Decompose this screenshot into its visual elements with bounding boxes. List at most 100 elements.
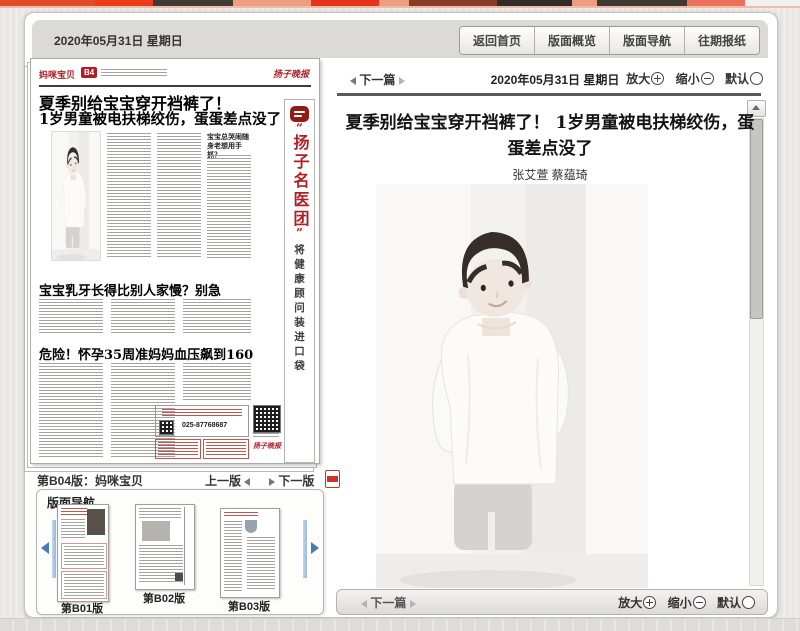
next-article-label[interactable]: 下一篇 [370, 596, 406, 610]
prev-page-link[interactable]: 上一版 [205, 472, 250, 489]
navigator-strip [52, 520, 56, 578]
mingyituan-sidebar: “ 扬子名医团 ” 将健康顾问装进口袋 [284, 99, 315, 463]
text-column [183, 299, 251, 335]
text-column [107, 133, 151, 259]
ad-text-lines [162, 409, 242, 418]
next-article-icon[interactable] [399, 77, 405, 85]
current-date: 2020年05月31日 星期日 [54, 32, 183, 49]
navigator-strip [303, 520, 307, 578]
page-masthead: 妈咪宝贝 B4 扬子晚报 [39, 65, 311, 83]
site-banner-strip [0, 0, 800, 8]
navigator-right-arrow-icon[interactable] [311, 542, 319, 554]
pdf-icon[interactable] [325, 470, 340, 488]
text-column [183, 363, 251, 401]
masthead-rule [39, 85, 311, 87]
next-article-label[interactable]: 下一篇 [359, 73, 395, 87]
child-photo-small [51, 131, 101, 261]
zoom-controls-top: 放大 缩小 默认 [618, 70, 763, 87]
preview-headline-1-line2: 1岁男童被电扶梯绞伤，蛋蛋差点没了 [39, 108, 281, 129]
preview-headline-2: 宝宝乳牙长得比别人家慢？别急 [39, 280, 221, 299]
article-header: 夏季别给宝宝穿开裆裤了！ 1岁男童被电扶梯绞伤，蛋蛋差点没了 张艾萱 蔡蕴琦 [345, 110, 755, 183]
prev-page-label[interactable]: 上一版 [205, 474, 241, 488]
sidebar-title: 扬子名医团 [288, 134, 312, 229]
main-container: 2020年05月31日 星期日 返回首页 版面概览 版面导航 往期报纸 妈咪宝贝… [24, 12, 778, 618]
masthead-info-lines [101, 69, 167, 78]
zoom-in-label[interactable]: 放大 [618, 596, 642, 610]
scrollbar-track[interactable] [749, 118, 764, 586]
qr-code-icon [253, 405, 281, 433]
text-column [39, 363, 103, 457]
next-page-label[interactable]: 下一版 [278, 474, 314, 488]
preview-headline-3: 危险！怀孕35周准妈妈血压飙到160 [39, 344, 253, 363]
ad-box: 025-87768687 [155, 405, 249, 437]
zoom-reset-button[interactable]: 默认 [717, 596, 755, 610]
text-column [253, 433, 279, 439]
thumb-detail [247, 537, 275, 591]
thumb-detail [61, 508, 87, 516]
thumb-detail [224, 521, 242, 591]
zoom-out-label[interactable]: 缩小 [668, 596, 692, 610]
ad-text-lines [158, 442, 198, 456]
zoom-reset-icon[interactable] [750, 72, 763, 85]
thumbnail-page-b01[interactable] [57, 504, 109, 602]
page-navigation-button[interactable]: 版面导航 [609, 27, 684, 54]
zoom-in-button[interactable]: 放大 [618, 596, 656, 610]
article-photo-child [376, 184, 648, 588]
home-button[interactable]: 返回首页 [460, 27, 534, 54]
page-bar: 第B04版：妈咪宝贝 上一版 下一版 [37, 470, 357, 488]
zoom-in-icon[interactable] [643, 596, 656, 609]
article-authors: 张艾萱 蔡蕴琦 [345, 166, 755, 183]
page-number-badge: B4 [81, 67, 97, 78]
article-next-link-bottom[interactable]: 下一篇 [361, 594, 416, 611]
zoom-out-button[interactable]: 缩小 [668, 596, 706, 610]
section-name: 妈咪宝贝 [39, 68, 75, 81]
next-article-icon[interactable] [410, 600, 416, 608]
newspaper-page-preview[interactable]: 妈咪宝贝 B4 扬子晚报 夏季别给宝宝穿开裆裤了！ 1岁男童被电扶梯绞伤，蛋蛋差… [30, 58, 320, 464]
current-page-label: 第B04版：妈咪宝贝 [37, 472, 143, 489]
zoom-out-icon[interactable] [693, 596, 706, 609]
thumb-detail [139, 508, 181, 518]
thumbnail-label-b02[interactable]: 第B02版 [127, 590, 201, 606]
article-next-link-top[interactable]: 下一篇 [350, 71, 405, 88]
thumbnail-page-b03[interactable] [220, 508, 280, 598]
thumb-detail [184, 507, 192, 585]
page-overview-button[interactable]: 版面概览 [534, 27, 609, 54]
zoom-out-icon[interactable] [701, 72, 714, 85]
banner-segment [379, 0, 409, 6]
thumbnail-label-b01[interactable]: 第B01版 [49, 600, 115, 616]
sidebar-tagline: 将健康顾问装进口袋 [292, 244, 307, 375]
thumb-detail [61, 571, 107, 599]
past-issues-button[interactable]: 往期报纸 [684, 27, 759, 54]
zoom-reset-icon[interactable] [742, 596, 755, 609]
next-page-link[interactable]: 下一版 [269, 472, 314, 489]
next-page-icon [269, 478, 275, 486]
text-column [207, 155, 251, 259]
thumbnail-label-b03[interactable]: 第B03版 [212, 598, 286, 614]
navigator-left-arrow-icon[interactable] [41, 542, 49, 554]
page: 2020年05月31日 星期日 返回首页 版面概览 版面导航 往期报纸 妈咪宝贝… [0, 0, 800, 630]
header-button-group: 返回首页 版面概览 版面导航 往期报纸 [459, 26, 760, 55]
article-title: 夏季别给宝宝穿开裆裤了！ 1岁男童被电扶梯绞伤，蛋蛋差点没了 [345, 110, 755, 163]
zoom-controls-bottom: 放大 缩小 默认 [610, 594, 755, 611]
zoom-in-icon[interactable] [651, 72, 664, 85]
zoom-out-button[interactable]: 缩小 [676, 72, 714, 86]
prev-article-icon[interactable] [361, 600, 367, 608]
zoom-reset-button[interactable]: 默认 [725, 72, 763, 86]
thumb-detail [61, 543, 107, 569]
thumb-detail [61, 519, 85, 539]
quote-close: ” [285, 229, 314, 239]
zoom-out-label[interactable]: 缩小 [676, 72, 700, 86]
thumb-detail [175, 573, 183, 581]
zoom-in-label[interactable]: 放大 [626, 72, 650, 86]
paper-logo: 扬子晚报 [273, 67, 309, 80]
zoom-in-button[interactable]: 放大 [626, 72, 664, 86]
banner-segment [311, 0, 379, 6]
prev-article-icon[interactable] [350, 77, 356, 85]
zoom-reset-label[interactable]: 默认 [725, 72, 749, 86]
ad-text-lines [206, 442, 246, 456]
zoom-reset-label[interactable]: 默认 [717, 596, 741, 610]
banner-segment [597, 0, 687, 6]
banner-segment [233, 0, 311, 6]
qr-code-icon [159, 420, 174, 435]
thumbnail-page-b02[interactable] [135, 504, 195, 590]
